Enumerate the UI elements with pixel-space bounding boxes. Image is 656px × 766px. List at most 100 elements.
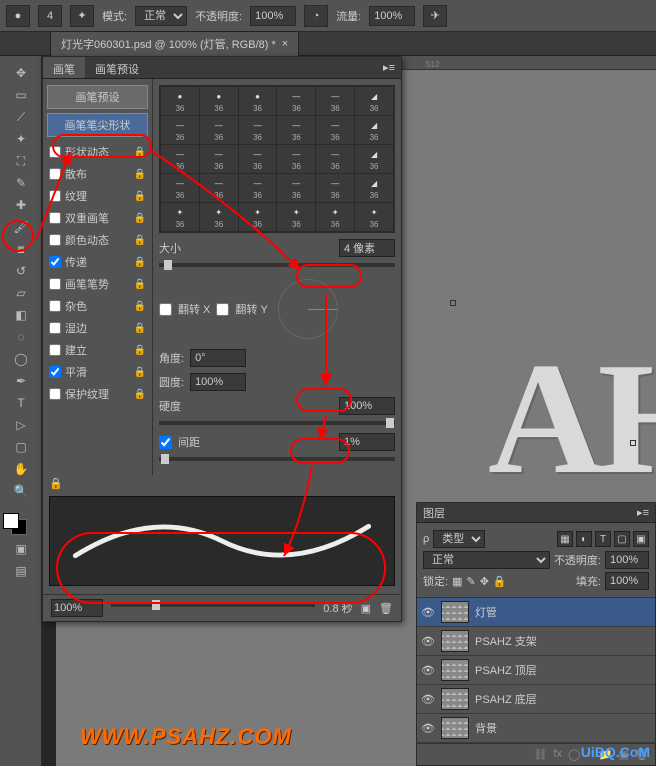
brush-panel-toggle[interactable]: ✦ xyxy=(70,5,94,27)
wand-tool[interactable]: ✦ xyxy=(1,129,41,149)
marquee-tool[interactable]: ▭ xyxy=(1,85,41,105)
stamp-tool[interactable]: ⧇ xyxy=(1,239,41,259)
brush-tip-cell[interactable]: —36 xyxy=(277,174,315,202)
lock-trans-icon[interactable]: ▦ xyxy=(452,575,462,588)
brush-tip-cell[interactable]: —36 xyxy=(277,116,315,144)
brush-tip-grid[interactable]: ●36●36●36—36—36◢36—36—36—36—36—36◢36—36—… xyxy=(159,85,395,233)
hardness-slider[interactable] xyxy=(159,421,395,425)
flip-y-checkbox[interactable] xyxy=(216,303,229,316)
screenmode-toggle[interactable]: ▤ xyxy=(1,561,41,581)
filter-type-icon[interactable]: T xyxy=(595,531,611,547)
heal-tool[interactable]: ✚ xyxy=(1,195,41,215)
brush-tip-cell[interactable]: ✦36 xyxy=(355,203,393,231)
preview-zoom-input[interactable] xyxy=(51,599,103,617)
tab-brush-presets[interactable]: 画笔预设 xyxy=(85,57,149,78)
layer-fill-input[interactable] xyxy=(605,572,649,590)
move-tool[interactable]: ✥ xyxy=(1,63,41,83)
brush-tip-cell[interactable]: ◢36 xyxy=(355,116,393,144)
brush-tip-cell[interactable]: —36 xyxy=(316,87,354,115)
brush-option-4[interactable]: 颜色动态🔒 xyxy=(47,229,148,251)
layer-item[interactable]: 👁背景 xyxy=(417,714,655,743)
filter-shape-icon[interactable]: ▢ xyxy=(614,531,630,547)
lasso-tool[interactable]: ⟋ xyxy=(1,107,41,127)
angle-input[interactable] xyxy=(190,349,246,367)
brush-option-8[interactable]: 湿边🔒 xyxy=(47,317,148,339)
brush-opt-checkbox[interactable] xyxy=(49,234,61,246)
brush-opt-checkbox[interactable] xyxy=(49,256,61,268)
brush-opt-checkbox[interactable] xyxy=(49,344,61,356)
preview-zoom-slider[interactable] xyxy=(111,603,315,607)
brush-opt-checkbox[interactable] xyxy=(49,190,61,202)
spacing-input[interactable] xyxy=(339,433,395,451)
trash-icon[interactable]: 🗑 xyxy=(379,602,393,615)
brush-tip-cell[interactable]: —36 xyxy=(316,116,354,144)
spacing-slider[interactable] xyxy=(159,457,395,461)
brush-tip-cell[interactable]: —36 xyxy=(200,174,238,202)
filter-smart-icon[interactable]: ▣ xyxy=(633,531,649,547)
layer-opacity-input[interactable] xyxy=(605,551,649,569)
spacing-checkbox[interactable] xyxy=(159,436,172,449)
gradient-tool[interactable]: ◧ xyxy=(1,305,41,325)
brush-tip-cell[interactable]: ◢36 xyxy=(355,174,393,202)
brush-opt-checkbox[interactable] xyxy=(49,212,61,224)
fx-icon[interactable]: fx xyxy=(553,748,562,761)
filter-pixel-icon[interactable]: ▦ xyxy=(557,531,573,547)
brush-tip-cell[interactable]: ●36 xyxy=(239,87,277,115)
brush-tip-cell[interactable]: —36 xyxy=(200,116,238,144)
opacity-input[interactable] xyxy=(250,6,296,26)
layer-item[interactable]: 👁PSAHZ 底层 xyxy=(417,685,655,714)
brush-tip-cell[interactable]: —36 xyxy=(239,145,277,173)
filter-adjust-icon[interactable]: ◐ xyxy=(576,531,592,547)
hardness-input[interactable] xyxy=(339,397,395,415)
brush-tip-cell[interactable]: —36 xyxy=(161,174,199,202)
brush-option-7[interactable]: 杂色🔒 xyxy=(47,295,148,317)
blur-tool[interactable]: ◌ xyxy=(1,327,41,347)
brush-tip-cell[interactable]: —36 xyxy=(239,174,277,202)
brush-option-1[interactable]: 散布🔒 xyxy=(47,163,148,185)
brush-option-5[interactable]: 传递🔒 xyxy=(47,251,148,273)
blend-mode-select[interactable]: 正常 xyxy=(135,6,187,26)
lock-all-icon[interactable]: 🔒 xyxy=(493,575,507,588)
size-slider[interactable] xyxy=(159,263,395,267)
crop-tool[interactable]: ⛶ xyxy=(1,151,41,171)
layer-item[interactable]: 👁PSAHZ 顶层 xyxy=(417,656,655,685)
zoom-tool[interactable]: 🔍 xyxy=(1,481,41,501)
brush-tip-cell[interactable]: ✦36 xyxy=(161,203,199,231)
shape-tool[interactable]: ▢ xyxy=(1,437,41,457)
panel-menu-icon[interactable]: ▸≡ xyxy=(377,57,401,78)
brush-tip-cell[interactable]: ◢36 xyxy=(355,145,393,173)
brush-option-6[interactable]: 画笔笔势🔒 xyxy=(47,273,148,295)
brush-tip-cell[interactable]: —36 xyxy=(161,116,199,144)
brush-opt-checkbox[interactable] xyxy=(49,300,61,312)
mask-icon[interactable]: ◯ xyxy=(568,748,580,761)
close-icon[interactable]: × xyxy=(282,38,288,50)
layer-blend-select[interactable]: 正常 xyxy=(423,551,550,569)
new-brush-icon[interactable]: ▣ xyxy=(361,602,371,615)
size-input[interactable] xyxy=(339,239,395,257)
eraser-tool[interactable]: ▱ xyxy=(1,283,41,303)
brush-option-10[interactable]: 平滑🔒 xyxy=(47,361,148,383)
brush-opt-checkbox[interactable] xyxy=(49,168,61,180)
brush-option-0[interactable]: 形状动态🔒 xyxy=(47,141,148,163)
brush-tip-cell[interactable]: —36 xyxy=(161,145,199,173)
visibility-icon[interactable]: 👁 xyxy=(421,635,435,648)
quickmask-toggle[interactable]: ▣ xyxy=(1,539,41,559)
path-tool[interactable]: ▷ xyxy=(1,415,41,435)
brush-preset-picker[interactable]: ● xyxy=(6,5,30,27)
visibility-icon[interactable]: 👁 xyxy=(421,664,435,677)
roundness-input[interactable] xyxy=(190,373,246,391)
brush-option-2[interactable]: 纹理🔒 xyxy=(47,185,148,207)
brush-opt-checkbox[interactable] xyxy=(49,278,61,290)
brush-tip-cell[interactable]: —36 xyxy=(277,145,315,173)
brush-tip-cell[interactable]: —36 xyxy=(200,145,238,173)
brush-option-11[interactable]: 保护纹理🔒 xyxy=(47,383,148,405)
foreground-swatch[interactable] xyxy=(3,513,19,529)
layer-filter-select[interactable]: 类型 xyxy=(433,530,485,548)
eyedropper-tool[interactable]: ✎ xyxy=(1,173,41,193)
brush-tip-cell[interactable]: ✦36 xyxy=(277,203,315,231)
airbrush-icon[interactable]: ✈ xyxy=(423,5,447,27)
brush-opt-checkbox[interactable] xyxy=(49,146,61,158)
dodge-tool[interactable]: ◯ xyxy=(1,349,41,369)
brush-tip-cell[interactable]: ✦36 xyxy=(200,203,238,231)
lock-pos-icon[interactable]: ✥ xyxy=(480,575,489,588)
